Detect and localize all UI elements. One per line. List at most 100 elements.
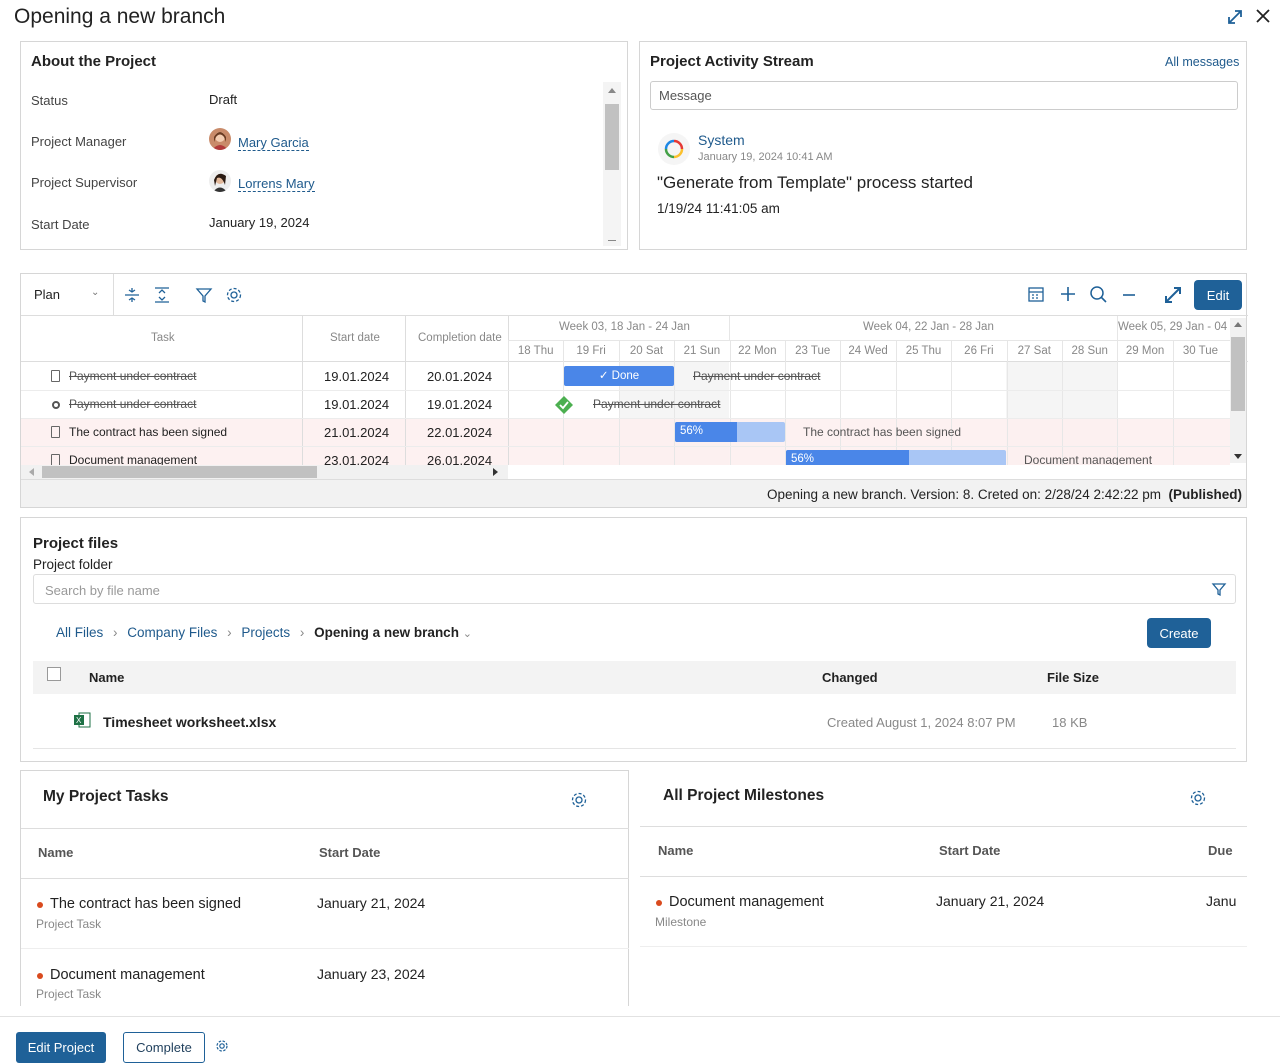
- zoom-in-icon[interactable]: [1089, 285, 1108, 304]
- breadcrumb-item[interactable]: Company Files: [127, 625, 217, 640]
- expand-icon[interactable]: [1226, 8, 1244, 26]
- files-table-header: Name Changed File Size: [33, 661, 1236, 694]
- bar-label: Document management: [1024, 453, 1153, 465]
- gantt-bar-progress[interactable]: 56%: [675, 422, 785, 442]
- gantt-edit-button[interactable]: Edit: [1194, 280, 1242, 310]
- gear-icon[interactable]: [215, 1039, 229, 1056]
- start-date-label: Start Date: [31, 217, 90, 232]
- due-column-header: Due: [1208, 843, 1233, 858]
- manager-link[interactable]: Mary Garcia: [238, 135, 309, 151]
- supervisor-link[interactable]: Lorrens Mary: [238, 176, 315, 192]
- entry-author[interactable]: System: [698, 132, 745, 148]
- gear-icon[interactable]: [570, 791, 588, 812]
- status-dot: [37, 902, 43, 908]
- task-row[interactable]: Payment under contract 19.01.2024 19.01.…: [21, 390, 508, 418]
- milestones-panel: All Project Milestones Name Start Date D…: [640, 770, 1247, 1006]
- size-column-header[interactable]: File Size: [1047, 670, 1099, 685]
- clipboard-icon: [51, 370, 60, 382]
- gear-icon[interactable]: [225, 286, 243, 304]
- plan-select[interactable]: Plan ⌄: [21, 274, 114, 315]
- chevron-right-icon: ›: [227, 625, 232, 640]
- milestone-type: Milestone: [655, 915, 707, 929]
- select-all-checkbox[interactable]: [47, 667, 61, 681]
- supervisor-label: Project Supervisor: [31, 175, 138, 190]
- calendar-icon[interactable]: [1027, 285, 1045, 303]
- folder-label: Project folder: [33, 557, 113, 572]
- task-date: January 21, 2024: [317, 895, 426, 911]
- milestone-due: Janu: [1206, 893, 1237, 909]
- progress-percent: 56%: [680, 425, 704, 437]
- day-label: 25 Thu: [905, 345, 942, 357]
- task-end: 22.01.2024: [427, 425, 493, 440]
- filter-icon[interactable]: [1211, 581, 1227, 600]
- task-row[interactable]: The contract has been signed 21.01.2024 …: [21, 418, 508, 446]
- collapse-rows-icon[interactable]: [123, 286, 141, 304]
- task-end: 20.01.2024: [427, 369, 493, 384]
- all-messages-link[interactable]: All messages: [1165, 55, 1239, 69]
- week-label: Week 04, 22 Jan - 28 Jan: [863, 321, 994, 333]
- task-date: January 23, 2024: [317, 966, 426, 982]
- task-name[interactable]: Document management: [50, 967, 205, 983]
- complete-button[interactable]: Complete: [123, 1032, 205, 1063]
- list-item[interactable]: Document management Milestone January 21…: [640, 877, 1247, 947]
- scrollbar[interactable]: [603, 82, 621, 246]
- task-name[interactable]: The contract has been signed: [50, 896, 241, 912]
- my-tasks-panel: My Project Tasks Name Start Date The con…: [20, 770, 629, 1006]
- gantt-header: Task Start date Completion date Week 03,…: [21, 315, 1248, 362]
- breadcrumb-current[interactable]: Opening a new branch: [314, 625, 459, 640]
- task-type: Project Task: [36, 987, 102, 1001]
- message-input[interactable]: Message: [650, 81, 1238, 110]
- expand-rows-icon[interactable]: [153, 286, 171, 304]
- breadcrumb-item[interactable]: Projects: [241, 625, 290, 640]
- scrollbar[interactable]: [1230, 318, 1246, 463]
- panel-title: Project files: [33, 535, 119, 552]
- activity-stream-panel: Project Activity Stream All messages Mes…: [639, 41, 1247, 250]
- day-label: 28 Sun: [1071, 345, 1108, 357]
- week-label: Week 05, 29 Jan - 04 F: [1118, 321, 1230, 333]
- chevron-right-icon: ›: [299, 625, 305, 640]
- page-title: Opening a new branch: [14, 5, 226, 28]
- close-icon[interactable]: [1254, 7, 1272, 25]
- panel-title: My Project Tasks: [43, 788, 169, 805]
- clipboard-icon: [51, 454, 60, 465]
- day-label: 22 Mon: [738, 345, 777, 357]
- milestone-check-icon[interactable]: [555, 396, 573, 414]
- start-column-header: Start date: [330, 332, 380, 344]
- file-changed: Created August 1, 2024 8:07 PM: [827, 715, 1016, 730]
- entry-headline: "Generate from Template" process started: [657, 173, 974, 192]
- list-item[interactable]: The contract has been signed Project Tas…: [21, 879, 629, 949]
- name-column-header[interactable]: Name: [89, 670, 124, 685]
- chevron-down-icon: ⌄: [91, 287, 100, 298]
- day-label: 29 Mon: [1125, 345, 1165, 357]
- milestone-name[interactable]: Document management: [669, 894, 824, 910]
- file-search-input[interactable]: Search by file name: [33, 574, 1236, 604]
- changed-column-header[interactable]: Changed: [822, 670, 878, 685]
- gantt-bar-done[interactable]: ✓ Done: [564, 366, 674, 386]
- edit-project-button[interactable]: Edit Project: [16, 1032, 106, 1063]
- list-item[interactable]: Document management Project Task January…: [21, 950, 629, 1007]
- table-row[interactable]: X Timesheet worksheet.xlsx Created Augus…: [33, 694, 1236, 749]
- task-type: Project Task: [36, 917, 102, 931]
- create-button[interactable]: Create: [1147, 618, 1211, 648]
- gear-icon[interactable]: [1189, 789, 1207, 810]
- file-search-placeholder: Search by file name: [45, 583, 160, 598]
- completion-column-header: Completion date: [418, 332, 502, 344]
- plan-select-value: Plan: [34, 287, 61, 302]
- zoom-out-icon[interactable]: [1121, 286, 1137, 302]
- scrollbar[interactable]: [21, 465, 508, 479]
- task-start: 19.01.2024: [324, 369, 390, 384]
- add-icon[interactable]: [1059, 285, 1077, 303]
- task-row[interactable]: Document management 23.01.2024 26.01.202…: [21, 446, 508, 465]
- file-name[interactable]: Timesheet worksheet.xlsx: [103, 714, 276, 730]
- task-row[interactable]: Payment under contract 19.01.2024 20.01.…: [21, 362, 508, 390]
- publish-status: (Published): [1168, 487, 1243, 502]
- chevron-down-icon[interactable]: ⌄: [463, 628, 472, 640]
- avatar: [209, 170, 231, 192]
- day-label: 23 Tue: [795, 345, 831, 357]
- filter-icon[interactable]: [195, 286, 213, 304]
- fullscreen-icon[interactable]: [1163, 285, 1183, 305]
- gantt-bar-progress[interactable]: 56%: [786, 450, 1006, 465]
- breadcrumb-item[interactable]: All Files: [56, 625, 103, 640]
- task-name: Document management: [69, 453, 198, 465]
- day-label: 27 Sat: [1017, 345, 1051, 357]
